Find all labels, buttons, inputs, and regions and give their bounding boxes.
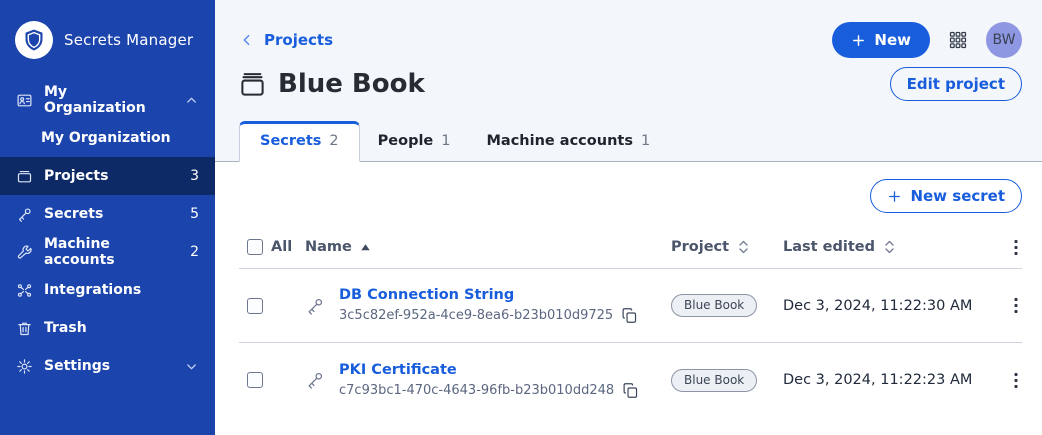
secret-id: c7c93bc1-470c-4643-96fb-b23b010dd248 xyxy=(339,383,614,398)
row-options-kebab-icon[interactable] xyxy=(1010,293,1022,318)
app-logo[interactable]: Secrets Manager xyxy=(0,0,215,81)
key-icon xyxy=(305,296,325,316)
tab-count: 1 xyxy=(641,133,650,149)
sidebar-item-count: 2 xyxy=(190,244,199,260)
tab-bar: Secrets 2 People 1 Machine accounts 1 xyxy=(215,121,1042,162)
tab-label: People xyxy=(378,133,434,149)
page-header: Projects New BW xyxy=(215,0,1042,162)
sidebar-item-my-organization-sub[interactable]: My Organization xyxy=(0,119,215,157)
table-header-row: All Name Project Last edited xyxy=(239,226,1022,269)
sidebar-item-label: My Organization xyxy=(44,84,173,116)
new-button[interactable]: New xyxy=(832,22,930,58)
sidebar-item-integrations[interactable]: Integrations xyxy=(0,271,215,309)
edit-project-label: Edit project xyxy=(907,75,1005,93)
row-checkbox[interactable] xyxy=(247,372,263,388)
column-label: Name xyxy=(305,239,352,255)
chevron-up-icon xyxy=(184,93,199,108)
organization-icon xyxy=(16,92,33,109)
secret-id: 3c5c82ef-952a-4ce9-8ea6-b23b010d9725 xyxy=(339,308,613,323)
column-header-last-edited[interactable]: Last edited xyxy=(783,239,988,255)
integrations-icon xyxy=(16,282,33,299)
plus-icon xyxy=(887,189,902,204)
projects-icon xyxy=(16,168,33,185)
sidebar: Secrets Manager My Organization My Organ… xyxy=(0,0,215,435)
secrets-panel: New secret All Name Project xyxy=(215,162,1042,435)
table-row: DB Connection String 3c5c82ef-952a-4ce9-… xyxy=(239,269,1022,343)
chevron-left-icon xyxy=(239,32,255,48)
sort-icon xyxy=(883,239,896,255)
column-label: Project xyxy=(671,239,729,255)
copy-icon[interactable] xyxy=(621,307,638,324)
sidebar-item-label: Trash xyxy=(44,320,87,336)
main-area: Projects New BW xyxy=(215,0,1042,435)
breadcrumb-label: Projects xyxy=(264,31,333,49)
tab-machine-accounts[interactable]: Machine accounts 1 xyxy=(469,122,669,161)
tab-secrets[interactable]: Secrets 2 xyxy=(239,121,360,162)
column-header-project[interactable]: Project xyxy=(671,239,783,255)
sidebar-item-label: Settings xyxy=(44,358,110,374)
key-icon xyxy=(16,206,33,223)
plus-icon xyxy=(851,33,866,48)
avatar[interactable]: BW xyxy=(986,22,1022,58)
sidebar-item-label: Machine accounts xyxy=(44,236,179,268)
sidebar-item-label: Secrets xyxy=(44,206,103,222)
project-icon xyxy=(239,71,266,98)
tab-count: 2 xyxy=(329,133,338,149)
sort-icon xyxy=(737,239,750,255)
tab-label: Secrets xyxy=(260,133,321,149)
sidebar-item-trash[interactable]: Trash xyxy=(0,309,215,347)
tab-count: 1 xyxy=(441,133,450,149)
sidebar-item-settings[interactable]: Settings xyxy=(0,347,215,385)
last-edited-value: Dec 3, 2024, 11:22:23 AM xyxy=(783,372,988,388)
sidebar-item-my-organization[interactable]: My Organization xyxy=(0,81,215,119)
sidebar-item-projects[interactable]: Projects 3 xyxy=(0,157,215,195)
breadcrumb[interactable]: Projects xyxy=(239,31,333,49)
page-title-text: Blue Book xyxy=(278,69,425,99)
table-options-kebab-icon[interactable] xyxy=(1010,235,1022,260)
copy-icon[interactable] xyxy=(622,382,639,399)
wrench-icon xyxy=(16,244,33,261)
select-all-checkbox[interactable] xyxy=(247,239,263,255)
sidebar-subitem-label: My Organization xyxy=(41,130,171,146)
new-secret-button[interactable]: New secret xyxy=(870,179,1022,213)
gear-icon xyxy=(16,358,33,375)
app-title: Secrets Manager xyxy=(64,31,193,49)
secret-name-link[interactable]: PKI Certificate xyxy=(339,362,639,378)
avatar-initials: BW xyxy=(993,32,1016,48)
app-switcher-icon[interactable] xyxy=(948,30,968,50)
sidebar-nav: My Organization My Organization Projects… xyxy=(0,81,215,385)
project-badge: Blue Book xyxy=(671,294,757,317)
column-label: Last edited xyxy=(783,239,875,255)
last-edited-value: Dec 3, 2024, 11:22:30 AM xyxy=(783,298,988,314)
new-secret-label: New secret xyxy=(910,187,1005,205)
edit-project-button[interactable]: Edit project xyxy=(890,67,1022,101)
sidebar-item-label: Projects xyxy=(44,168,108,184)
row-checkbox[interactable] xyxy=(247,298,263,314)
sidebar-item-secrets[interactable]: Secrets 5 xyxy=(0,195,215,233)
sort-ascending-icon xyxy=(360,242,371,253)
sidebar-item-machine-accounts[interactable]: Machine accounts 2 xyxy=(0,233,215,271)
secret-name-link[interactable]: DB Connection String xyxy=(339,287,638,303)
row-options-kebab-icon[interactable] xyxy=(1010,368,1022,393)
sidebar-item-label: Integrations xyxy=(44,282,141,298)
secrets-table: All Name Project Last edited xyxy=(239,226,1022,417)
project-badge: Blue Book xyxy=(671,369,757,392)
column-header-name[interactable]: Name xyxy=(305,239,671,255)
tab-people[interactable]: People 1 xyxy=(360,122,469,161)
select-all-label: All xyxy=(271,239,292,255)
chevron-down-icon xyxy=(184,359,199,374)
sidebar-item-count: 3 xyxy=(190,168,199,184)
bitwarden-shield-icon xyxy=(15,21,53,59)
table-row: PKI Certificate c7c93bc1-470c-4643-96fb-… xyxy=(239,343,1022,417)
tab-label: Machine accounts xyxy=(487,133,633,149)
sidebar-item-count: 5 xyxy=(190,206,199,222)
key-icon xyxy=(305,370,325,390)
new-button-label: New xyxy=(874,31,911,49)
page-title: Blue Book xyxy=(239,69,425,99)
trash-icon xyxy=(16,320,33,337)
